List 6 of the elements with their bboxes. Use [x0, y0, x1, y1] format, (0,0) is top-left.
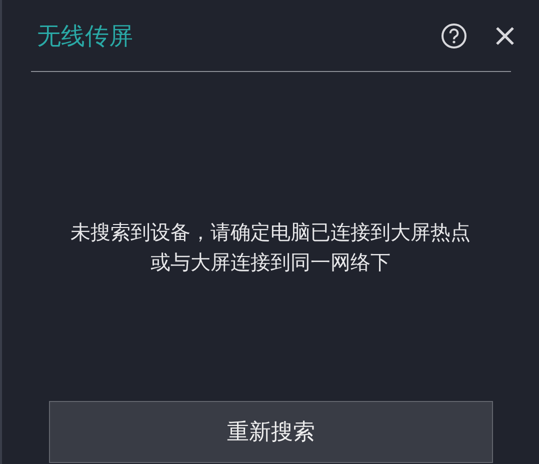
- help-icon[interactable]: [441, 23, 467, 49]
- close-icon[interactable]: [495, 26, 515, 46]
- search-again-button[interactable]: 重新搜索: [49, 401, 493, 463]
- message-text: 未搜索到设备，请确定电脑已连接到大屏热点: [70, 219, 470, 246]
- dialog-title: 无线传屏: [37, 21, 134, 52]
- message-text: 或与大屏连接到同一网络下: [150, 249, 390, 276]
